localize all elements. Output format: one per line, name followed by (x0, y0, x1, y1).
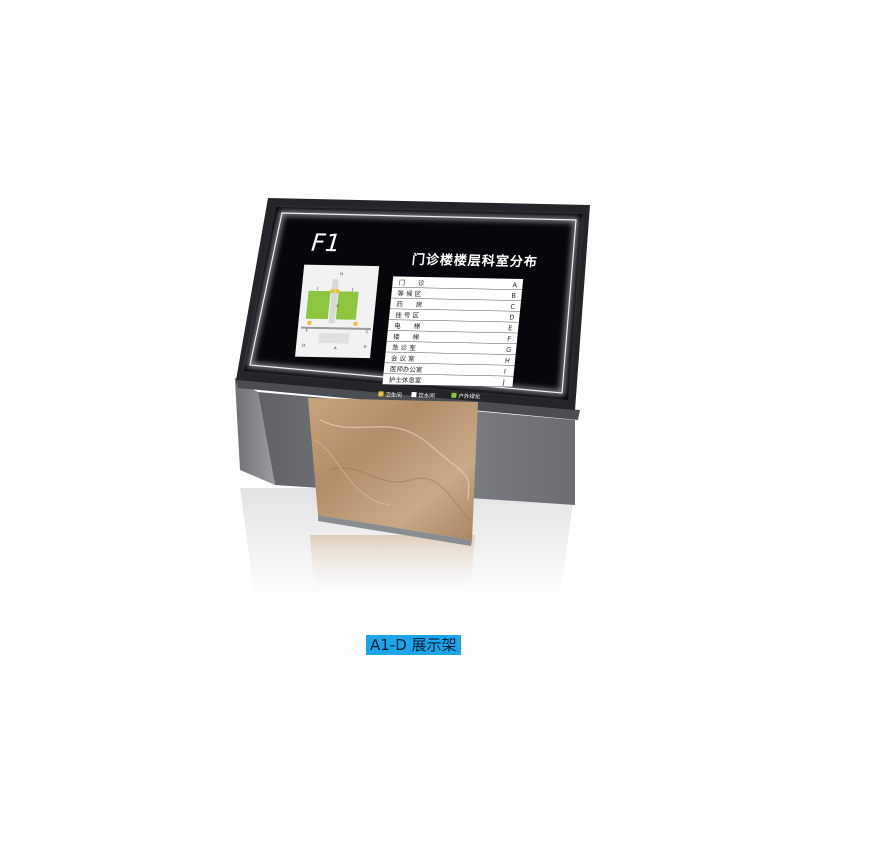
display-stand-photo: F1 门诊楼楼层科室分布 HI JGF CAD E 门 诊 A等 候 区 B药 房 C挂 号… (235, 198, 590, 600)
directory-name: 楼 梯 (393, 332, 420, 342)
map-room-label: G (336, 303, 340, 308)
sign-title: 门诊楼楼层科室分布 (411, 252, 538, 270)
floor-plan-map: HI JGF CAD E (294, 264, 380, 359)
directory-name: 电 梯 (394, 321, 421, 331)
directory-code: E (508, 324, 513, 332)
directory-code: B (511, 292, 516, 300)
directory-name: 护士休息室 (388, 375, 422, 385)
directory-table: 门 诊 A等 候 区 B药 房 C挂 号 区 D电 梯 E楼 梯 F急 诊 室 G会 议 室H… (382, 276, 524, 388)
map-room-label: D (302, 343, 306, 348)
directory-name: 医师办公室 (390, 364, 424, 374)
directory-name: 急 诊 室 (392, 343, 417, 352)
floor-label: F1 (310, 229, 342, 258)
directory-name: 等 候 区 (397, 289, 422, 298)
directory-name: 会 议 室 (391, 353, 416, 362)
directory-code: G (506, 346, 512, 354)
directory-code: D (509, 314, 515, 322)
product-caption: A1-D 展示架 (366, 635, 461, 655)
map-room-label: H (340, 271, 344, 276)
legend-swatch (378, 391, 384, 397)
legend-swatch (451, 392, 457, 398)
directory-name: 挂 号 区 (395, 310, 420, 319)
legend-swatch (411, 392, 417, 398)
directory-code: H (505, 357, 511, 365)
directory-name: 门 诊 (398, 278, 425, 288)
directory-name: 药 房 (396, 299, 423, 308)
